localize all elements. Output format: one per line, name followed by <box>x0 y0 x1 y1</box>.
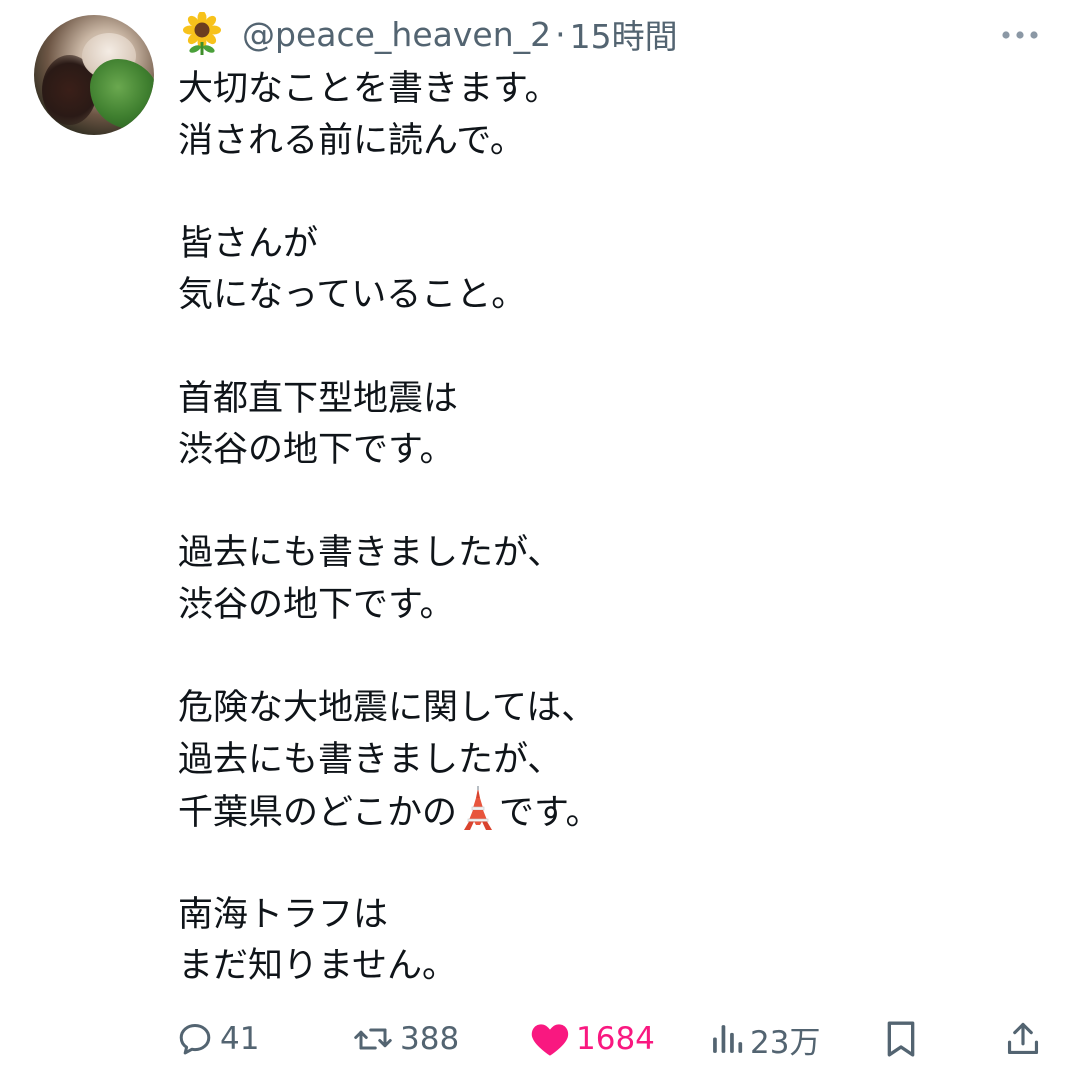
retweet-icon <box>354 1028 392 1050</box>
tweet-line: 気になっていること。 <box>178 275 527 316</box>
tweet-line: 皆さんが <box>178 223 319 264</box>
share-icon <box>1007 1022 1039 1055</box>
sunflower-icon <box>183 12 221 55</box>
views-button[interactable]: 23万 <box>710 1012 820 1066</box>
tweet-line: 過去にも書きましたが、 <box>178 533 563 574</box>
reply-count: 41 <box>220 1021 260 1057</box>
tweet-line: 渋谷の地下です。 <box>178 584 455 625</box>
reply-button[interactable]: 41 <box>176 1012 259 1066</box>
tweet-header: @peace_heaven_2 · 15時間 <box>180 10 678 58</box>
avatar-leaf <box>90 59 154 129</box>
tweet-text: 大切なことを書きます。 消される前に読んで。 皆さんが 気になっていること。 首… <box>178 64 1038 993</box>
tweet-line: 渋谷の地下です。 <box>178 430 455 471</box>
views-icon <box>713 1025 743 1053</box>
author-handle[interactable]: @peace_heaven_2 <box>242 15 551 54</box>
like-count: 1684 <box>576 1021 655 1057</box>
share-button[interactable] <box>1004 1012 1048 1066</box>
retweet-count: 388 <box>400 1021 460 1057</box>
timestamp[interactable]: 15時間 <box>570 10 678 58</box>
bookmark-icon <box>887 1021 915 1057</box>
tweet-line: 南海トラフは <box>178 894 389 935</box>
tweet-line-suffix: です。 <box>498 793 601 834</box>
tokyo-tower-icon <box>463 786 492 831</box>
heart-icon <box>531 1024 569 1056</box>
tweet-line: 過去にも書きましたが、 <box>178 739 563 780</box>
reply-icon <box>179 1024 211 1055</box>
more-options-icon[interactable] <box>998 24 1042 46</box>
tweet-line-with-emoji: 千葉県のどこかの です。 <box>178 786 1038 838</box>
header-separator: · <box>555 14 566 54</box>
avatar[interactable] <box>34 15 154 135</box>
tweet-line: 消される前に読んで。 <box>178 120 525 161</box>
views-count: 23万 <box>750 1024 821 1061</box>
tweet-line: 首都直下型地震は <box>178 378 459 419</box>
retweet-button[interactable]: 388 <box>352 1012 459 1066</box>
tweet-line: 危険な大地震に関しては、 <box>178 688 597 729</box>
tweet-line: まだ知りません。 <box>178 946 457 987</box>
like-button[interactable]: 1684 <box>530 1012 655 1066</box>
tweet-line: 大切なことを書きます。 <box>178 69 560 109</box>
action-bar: 41 388 1684 23万 <box>176 1012 1046 1066</box>
tweet-line-text: 千葉県のどこかの <box>178 793 457 834</box>
bookmark-button[interactable] <box>884 1012 924 1066</box>
